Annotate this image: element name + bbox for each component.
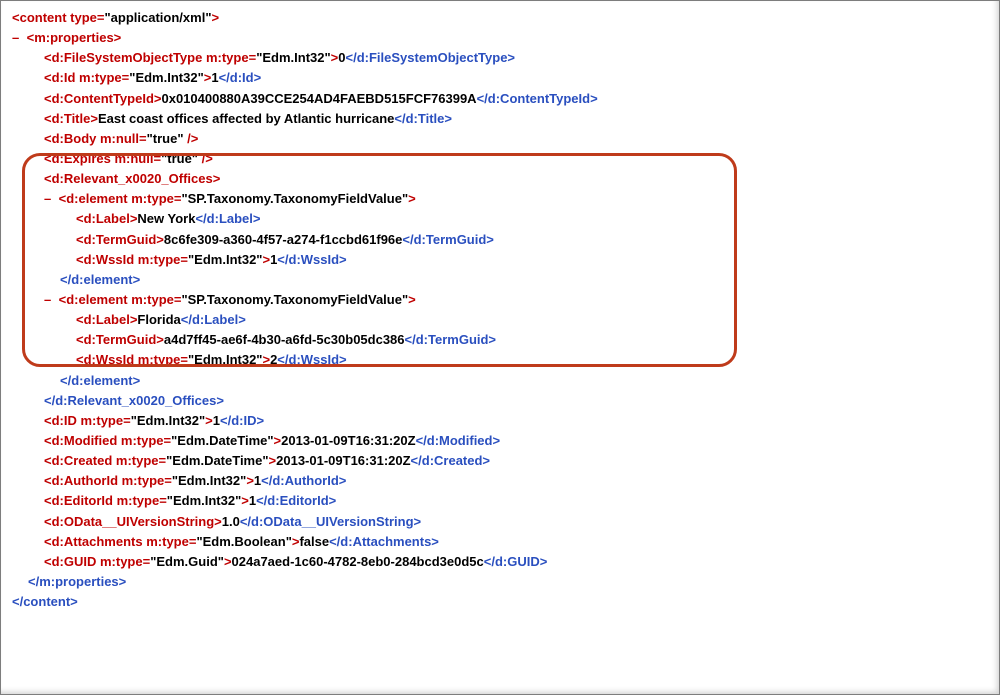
d-relevant-offices-close: </d:Relevant_x0020_Offices> [12, 391, 988, 411]
value: 1 [211, 70, 218, 85]
d-modified: <d:Modified m:type="Edm.DateTime">2013-0… [12, 431, 988, 451]
d-created: <d:Created m:type="Edm.DateTime">2013-01… [12, 451, 988, 471]
d-element-close-1: </d:element> [12, 371, 988, 391]
value: 2013-01-09T16:31:20Z [281, 433, 415, 448]
mproperties-open[interactable]: – <m:properties> [12, 28, 988, 48]
d-label-1: <d:Label>Florida</d:Label> [12, 310, 988, 330]
content-type-val: application/xml [111, 10, 206, 25]
content-close-partial: </content> [12, 592, 988, 612]
tagname: d:Relevant_x0020_Offices [52, 171, 213, 186]
d-body: <d:Body m:null="true" /> [12, 129, 988, 149]
value: Florida [137, 312, 180, 327]
attrval: SP.Taxonomy.TaxonomyFieldValue [188, 292, 402, 307]
value: 1 [249, 493, 256, 508]
tagname: d:Relevant_x0020_Offices [55, 393, 216, 408]
attrval: Edm.Int32 [178, 473, 240, 488]
d-expires: <d:Expires m:null="true" /> [12, 149, 988, 169]
value: 1 [213, 413, 220, 428]
attrval: Edm.Int32 [262, 50, 324, 65]
d-guid: <d:GUID m:type="Edm.Guid">024a7aed-1c60-… [12, 552, 988, 572]
value: New York [137, 211, 195, 226]
d-wssid-1: <d:WssId m:type="Edm.Int32">2</d:WssId> [12, 350, 988, 370]
attrval: Edm.Int32 [137, 413, 199, 428]
value: East coast offices affected by Atlantic … [98, 111, 394, 126]
attrval: Edm.Int32 [173, 493, 235, 508]
d-element-open-0[interactable]: – <d:element m:type="SP.Taxonomy.Taxonom… [12, 189, 988, 209]
d-uiversion: <d:OData__UIVersionString>1.0</d:OData__… [12, 512, 988, 532]
collapse-toggle-icon[interactable]: – [44, 290, 55, 310]
value: 2013-01-09T16:31:20Z [276, 453, 410, 468]
d-title: <d:Title>East coast offices affected by … [12, 109, 988, 129]
d-element-close-0: </d:element> [12, 270, 988, 290]
d-relevant-offices-open: <d:Relevant_x0020_Offices> [12, 169, 988, 189]
value: 1.0 [222, 514, 240, 529]
content-open: <content type="application/xml"> [12, 8, 988, 28]
value: 8c6fe309-a360-4f57-a274-f1ccbd61f96e [164, 232, 403, 247]
attrval: true [153, 131, 178, 146]
d-contenttypeid: <d:ContentTypeId>0x010400880A39CCE254AD4… [12, 89, 988, 109]
mproperties-close: </m:properties> [12, 572, 988, 592]
d-filesystemobjecttype: <d:FileSystemObjectType m:type="Edm.Int3… [12, 48, 988, 68]
d-ID: <d:ID m:type="Edm.Int32">1</d:ID> [12, 411, 988, 431]
attrval: Edm.Int32 [194, 352, 256, 367]
attrval: true [167, 151, 192, 166]
collapse-toggle-icon[interactable]: – [12, 28, 23, 48]
attrval: Edm.DateTime [177, 433, 267, 448]
value: 0x010400880A39CCE254AD4FAEBD515FCF76399A [161, 91, 476, 106]
d-attachments: <d:Attachments m:type="Edm.Boolean">fals… [12, 532, 988, 552]
collapse-toggle-icon[interactable]: – [44, 189, 55, 209]
d-id: <d:Id m:type="Edm.Int32">1</d:Id> [12, 68, 988, 88]
d-termguid-0: <d:TermGuid>8c6fe309-a360-4f57-a274-f1cc… [12, 230, 988, 250]
d-wssid-0: <d:WssId m:type="Edm.Int32">1</d:WssId> [12, 250, 988, 270]
d-element-open-1[interactable]: – <d:element m:type="SP.Taxonomy.Taxonom… [12, 290, 988, 310]
d-editorid: <d:EditorId m:type="Edm.Int32">1</d:Edit… [12, 491, 988, 511]
attrval: SP.Taxonomy.TaxonomyFieldValue [188, 191, 402, 206]
d-label-0: <d:Label>New York</d:Label> [12, 209, 988, 229]
value: a4d7ff45-ae6f-4b30-a6fd-5c30b05dc386 [164, 332, 405, 347]
attrval: Edm.Int32 [135, 70, 197, 85]
value: 024a7aed-1c60-4782-8eb0-284bcd3e0d5c [232, 554, 484, 569]
attrval: Edm.DateTime [172, 453, 262, 468]
attrval: Edm.Boolean [203, 534, 286, 549]
value: false [299, 534, 329, 549]
attrval: Edm.Guid [156, 554, 217, 569]
d-authorid: <d:AuthorId m:type="Edm.Int32">1</d:Auth… [12, 471, 988, 491]
attrval: Edm.Int32 [194, 252, 256, 267]
d-termguid-1: <d:TermGuid>a4d7ff45-ae6f-4b30-a6fd-5c30… [12, 330, 988, 350]
